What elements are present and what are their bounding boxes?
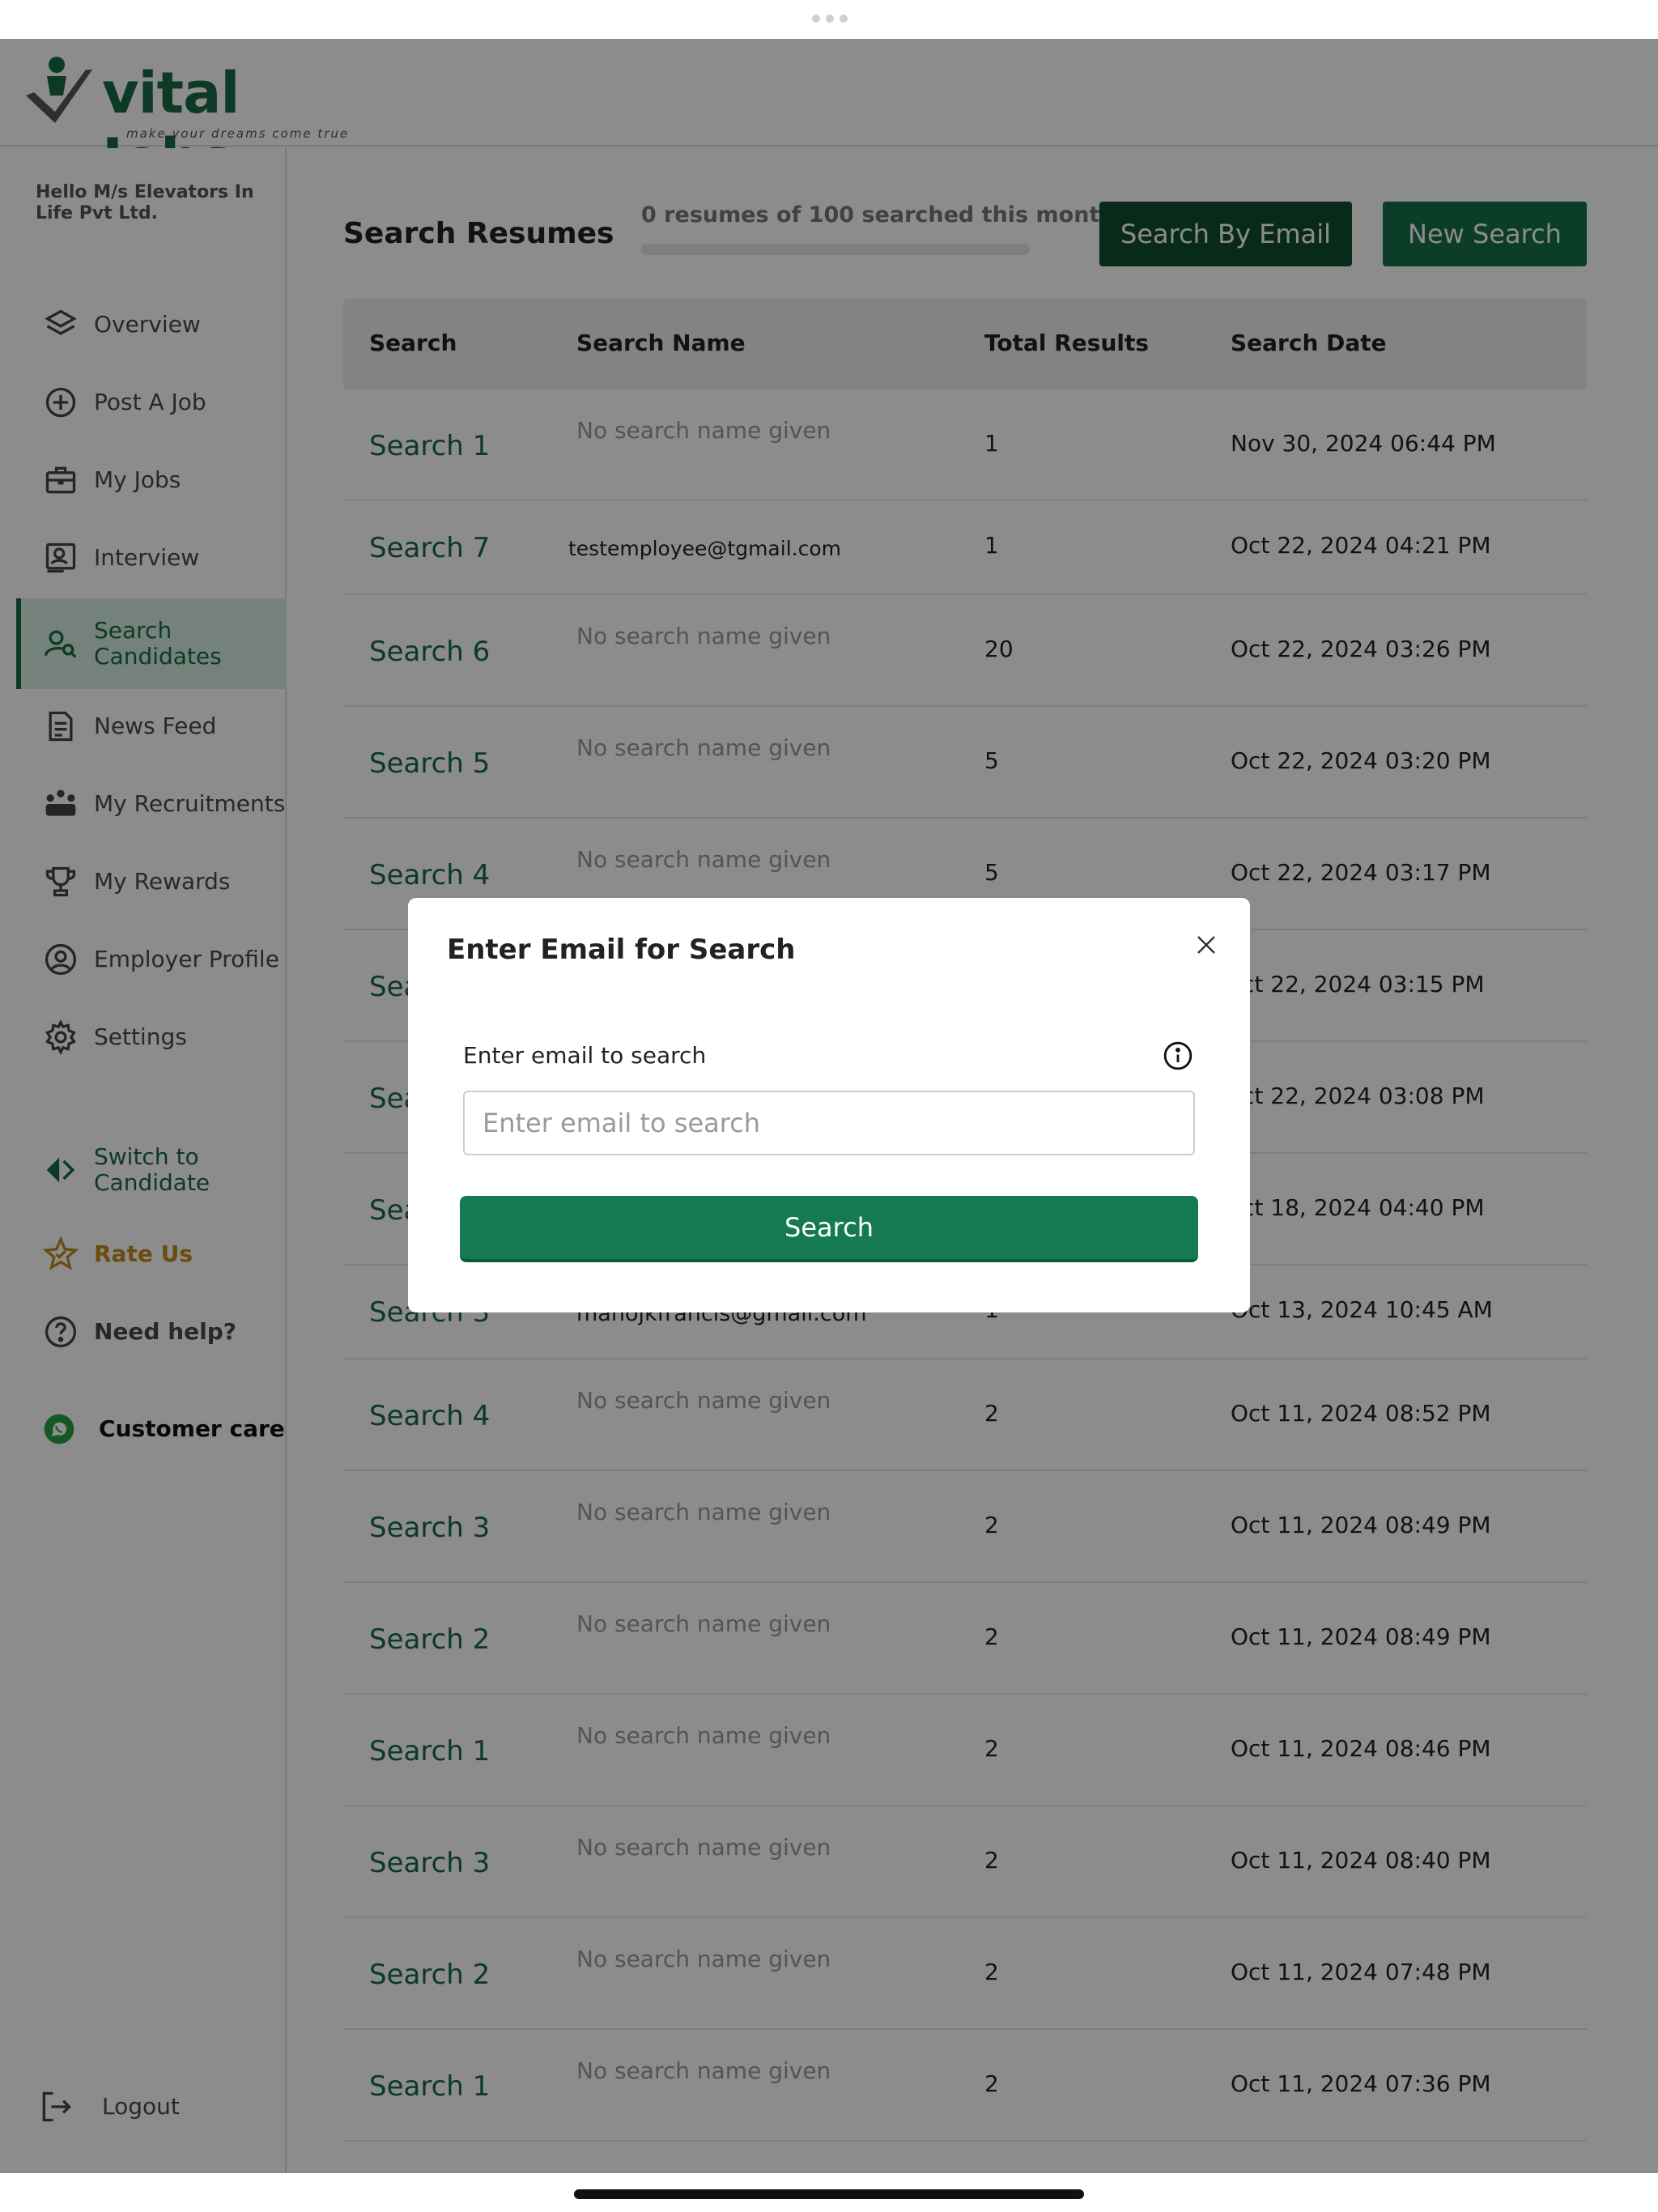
home-indicator[interactable]	[574, 2189, 1084, 2199]
search-submit-button[interactable]: Search	[460, 1196, 1198, 1262]
dialog-title: Enter Email for Search	[447, 934, 796, 966]
email-search-input[interactable]	[463, 1091, 1195, 1155]
info-icon[interactable]	[1163, 1040, 1193, 1071]
multitask-dots[interactable]	[812, 15, 848, 23]
close-icon[interactable]	[1190, 929, 1222, 961]
status-bar	[0, 0, 1658, 39]
email-field-label: Enter email to search	[463, 1042, 707, 1069]
email-search-dialog: Enter Email for Search Enter email to se…	[408, 898, 1250, 1312]
